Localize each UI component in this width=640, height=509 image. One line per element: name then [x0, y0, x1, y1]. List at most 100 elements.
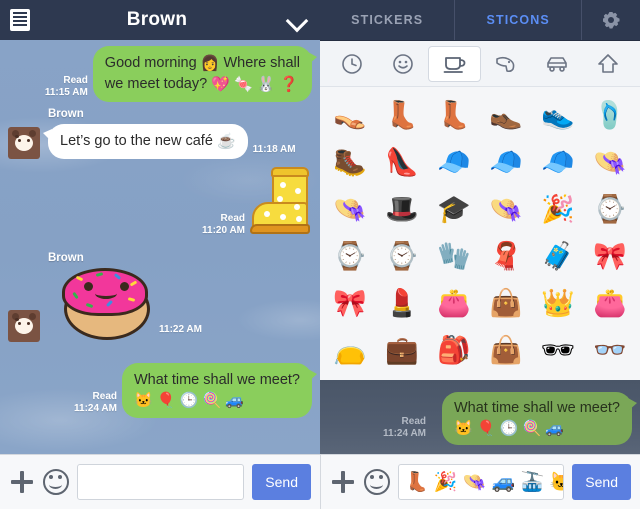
- pink-bow-emoji[interactable]: 🎀: [584, 233, 636, 280]
- preview-time: 11:24 AM: [383, 428, 426, 439]
- message-text-line2: we meet today?: [104, 76, 208, 92]
- read-status: Read: [63, 75, 88, 86]
- message-row-outgoing: Read 11:15 AM Good morning 👩 Where shall…: [44, 46, 318, 102]
- message-row-outgoing: Read 11:20 AM: [202, 166, 312, 240]
- message-meta: Read 11:24 AM: [74, 391, 117, 415]
- chat-header: Brown: [0, 0, 320, 40]
- sun-hat-emoji[interactable]: 👒: [324, 186, 376, 233]
- avatar[interactable]: [8, 310, 40, 342]
- headband-emoji[interactable]: 👒: [480, 186, 532, 233]
- gear-icon: [602, 11, 621, 30]
- tote-bag-emoji[interactable]: 👜: [480, 327, 532, 374]
- plus-icon[interactable]: [9, 469, 35, 495]
- handbag-emoji[interactable]: 👜: [480, 280, 532, 327]
- send-button[interactable]: Send: [252, 464, 311, 500]
- message-time: 11:20 AM: [202, 225, 245, 236]
- teacup-emoji: ☕: [216, 133, 236, 150]
- gloves-emoji[interactable]: 🧤: [428, 233, 480, 280]
- ankle-boot-emoji[interactable]: 👢: [376, 92, 428, 139]
- chat-input-bar: Send: [0, 454, 320, 509]
- party-hat-emoji[interactable]: 🎉: [532, 186, 584, 233]
- sandal-emoji[interactable]: 👡: [324, 92, 376, 139]
- boot-dot: [280, 182, 286, 188]
- message-bubble[interactable]: What time shall we meet? 🐱 🎈 🕒 🍭 🚙: [121, 363, 318, 418]
- boot-dot: [296, 216, 302, 222]
- backpack-emoji[interactable]: 🎒: [428, 327, 480, 374]
- visor-emoji[interactable]: 🧢: [480, 139, 532, 186]
- boot-dot: [277, 196, 283, 202]
- wallet-emoji[interactable]: 👛: [584, 280, 636, 327]
- send-button[interactable]: Send: [572, 464, 631, 500]
- square-watch-emoji[interactable]: ⌚: [376, 233, 428, 280]
- digital-watch-emoji[interactable]: ⌚: [324, 233, 376, 280]
- sticker-grid[interactable]: 👡 👢 👢 👞 👟 🩴 🥾 👠 🧢 🧢 🧢 👒 👒 🎩 🎓 👒 🎉 ⌚ ⌚ ⌚ 🧤 🧣 🧳 🎀 🎀 💄 👛 👜 👑 👛 👝 💼 🎒 👜 🕶 👓: [320, 87, 640, 380]
- preview-read-status: Read: [401, 416, 426, 427]
- rain-boot-emoji[interactable]: 👢: [428, 92, 480, 139]
- message-bubble[interactable]: Good morning 👩 Where shall we meet today…: [92, 46, 318, 102]
- chat-message-list[interactable]: Read 11:15 AM Good morning 👩 Where shall…: [0, 40, 320, 454]
- message-text-mid: Where shall: [223, 55, 300, 71]
- clutch-bag-emoji[interactable]: 👝: [324, 327, 376, 374]
- graduation-cap-emoji[interactable]: 🎓: [428, 186, 480, 233]
- coin-purse-emoji[interactable]: 👛: [428, 280, 480, 327]
- boot-dot: [264, 211, 270, 217]
- lipstick-emoji[interactable]: 💄: [376, 280, 428, 327]
- suitcase-emoji[interactable]: 🧳: [532, 233, 584, 280]
- list-menu-icon[interactable]: [10, 9, 30, 31]
- sticker-message-input[interactable]: 👢 🎉 👒 🚙 🚠 🐱: [398, 464, 565, 500]
- smiley-icon[interactable]: [364, 469, 390, 495]
- plus-icon[interactable]: [330, 469, 356, 495]
- category-places-arrow-icon[interactable]: [583, 46, 634, 82]
- category-animals-dog-icon[interactable]: [481, 46, 532, 82]
- message-time: 11:18 AM: [252, 144, 296, 155]
- pink-donut-sticker[interactable]: [62, 268, 154, 342]
- category-vehicles-car-icon[interactable]: [532, 46, 583, 82]
- tab-sticons[interactable]: STICONS: [455, 0, 582, 40]
- coffee-cup-icon: [443, 56, 465, 73]
- category-objects-cup-icon[interactable]: [428, 45, 481, 82]
- chevron-down-icon[interactable]: [284, 7, 310, 33]
- woman-emoji: 👩: [200, 55, 220, 72]
- sunglasses-emoji[interactable]: 🕶: [532, 327, 584, 374]
- tab-stickers[interactable]: STICKERS: [320, 0, 456, 40]
- dress-shoe-emoji[interactable]: 👞: [480, 92, 532, 139]
- message-time: 11:22 AM: [159, 324, 202, 335]
- red-ribbon-emoji[interactable]: 🎀: [324, 280, 376, 327]
- category-emotions-smiley-icon[interactable]: [377, 46, 428, 82]
- baseball-cap-emoji[interactable]: 🧢: [428, 139, 480, 186]
- message-time: 11:15 AM: [44, 87, 88, 98]
- app-root: Brown Read 11:15 AM Good morning 👩 Where…: [0, 0, 640, 509]
- message-input[interactable]: [77, 464, 245, 500]
- watch-emoji[interactable]: ⌚: [584, 186, 636, 233]
- blue-glasses-emoji[interactable]: 👓: [584, 327, 636, 374]
- message-emoji-tail: 🐱 🎈 🕒 🍭 🚙: [133, 392, 245, 409]
- settings-button[interactable]: [582, 0, 640, 40]
- sneaker-emoji[interactable]: 👟: [532, 92, 584, 139]
- message-bubble[interactable]: Let’s go to the new café ☕: [43, 124, 248, 159]
- sticker-panel: STICKERS STICONS 👡 👢 👢 👞 👟 🩴 🥾 👠 🧢 🧢 🧢 👒…: [320, 0, 640, 509]
- donut-smile: [95, 288, 117, 299]
- straw-hat-emoji[interactable]: 👒: [584, 139, 636, 186]
- read-status: Read: [92, 391, 117, 402]
- preview-text: What time shall we meet?: [453, 400, 620, 416]
- preview-emoji-tail: 🐱 🎈 🕒 🍭 🚙: [453, 420, 565, 437]
- smiley-icon[interactable]: [43, 469, 69, 495]
- avatar-nose: [15, 135, 19, 138]
- briefcase-emoji[interactable]: 💼: [376, 327, 428, 374]
- crown-emoji[interactable]: 👑: [532, 280, 584, 327]
- message-row-outgoing: Read 11:24 AM What time shall we meet? 🐱…: [74, 363, 318, 418]
- flat-cap-emoji[interactable]: 🧢: [532, 139, 584, 186]
- cowboy-boot-emoji[interactable]: 🥾: [324, 139, 376, 186]
- fedora-emoji[interactable]: 🎩: [376, 186, 428, 233]
- scarf-emoji[interactable]: 🧣: [480, 233, 532, 280]
- flip-flop-emoji[interactable]: 🩴: [584, 92, 636, 139]
- smiley-icon: [392, 53, 413, 74]
- chat-pane: Brown Read 11:15 AM Good morning 👩 Where…: [0, 0, 320, 509]
- yellow-polka-dot-rain-boot-sticker[interactable]: [250, 166, 312, 240]
- category-recent-clock-icon[interactable]: [326, 46, 377, 82]
- sticker-input-bar: 👢 🎉 👒 🚙 🚠 🐱 Send: [320, 454, 640, 509]
- high-heel-emoji[interactable]: 👠: [376, 139, 428, 186]
- avatar[interactable]: [8, 127, 40, 159]
- message-emoji-tail: 💖 🍬 🐰 ❓: [211, 76, 299, 93]
- page-title: Brown: [126, 9, 188, 30]
